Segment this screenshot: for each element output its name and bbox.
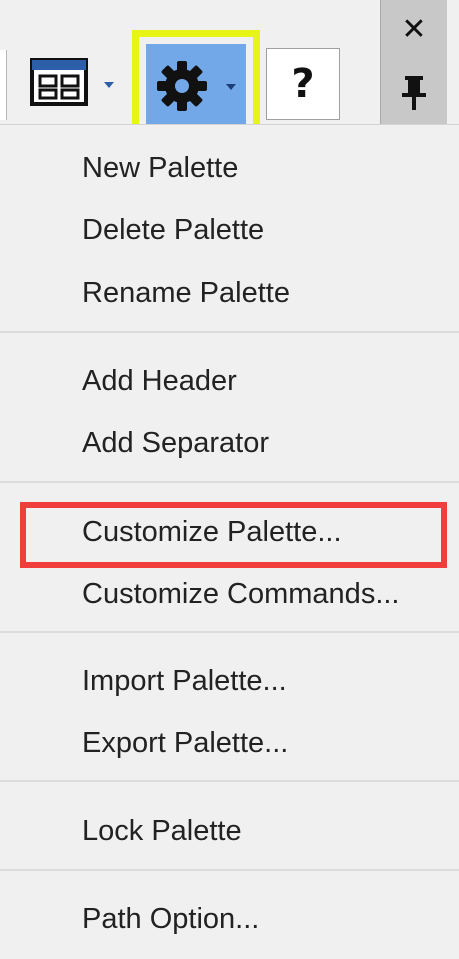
toolbar-left-edge <box>0 50 7 120</box>
menu-item-lock-palette[interactable]: Lock Palette <box>82 806 242 856</box>
menu-item-customize-palette[interactable]: Customize Palette... <box>82 507 342 557</box>
menu-separator <box>0 869 459 871</box>
menu-item-path-option[interactable]: Path Option... <box>82 894 259 944</box>
window-controls: ✕ <box>380 0 447 124</box>
help-icon: ? <box>291 61 315 107</box>
menu-separator <box>0 481 459 483</box>
settings-button[interactable] <box>146 44 246 126</box>
menu-item-delete-palette[interactable]: Delete Palette <box>82 205 264 255</box>
gear-icon <box>157 61 207 111</box>
menu-separator <box>0 780 459 782</box>
help-button[interactable]: ? <box>266 48 340 120</box>
pin-icon <box>402 76 426 110</box>
menu-item-customize-commands[interactable]: Customize Commands... <box>82 569 400 619</box>
close-button[interactable]: ✕ <box>381 4 447 54</box>
settings-dropdown-menu: New Palette Delete Palette Rename Palett… <box>0 124 459 959</box>
menu-item-import-palette[interactable]: Import Palette... <box>82 656 287 706</box>
menu-item-export-palette[interactable]: Export Palette... <box>82 718 288 768</box>
chevron-down-icon <box>104 82 114 88</box>
pin-button[interactable] <box>381 62 447 122</box>
chevron-down-icon <box>226 84 236 90</box>
menu-item-add-header[interactable]: Add Header <box>82 356 237 406</box>
menu-item-add-separator[interactable]: Add Separator <box>82 418 269 468</box>
menu-item-new-palette[interactable]: New Palette <box>82 143 238 193</box>
palette-view-button[interactable] <box>26 48 122 120</box>
menu-separator <box>0 631 459 633</box>
palette-toolbar: ? ✕ <box>0 0 459 140</box>
menu-separator <box>0 331 459 333</box>
menu-item-rename-palette[interactable]: Rename Palette <box>82 268 290 318</box>
palette-view-icon <box>30 58 88 106</box>
close-icon: ✕ <box>401 11 427 47</box>
